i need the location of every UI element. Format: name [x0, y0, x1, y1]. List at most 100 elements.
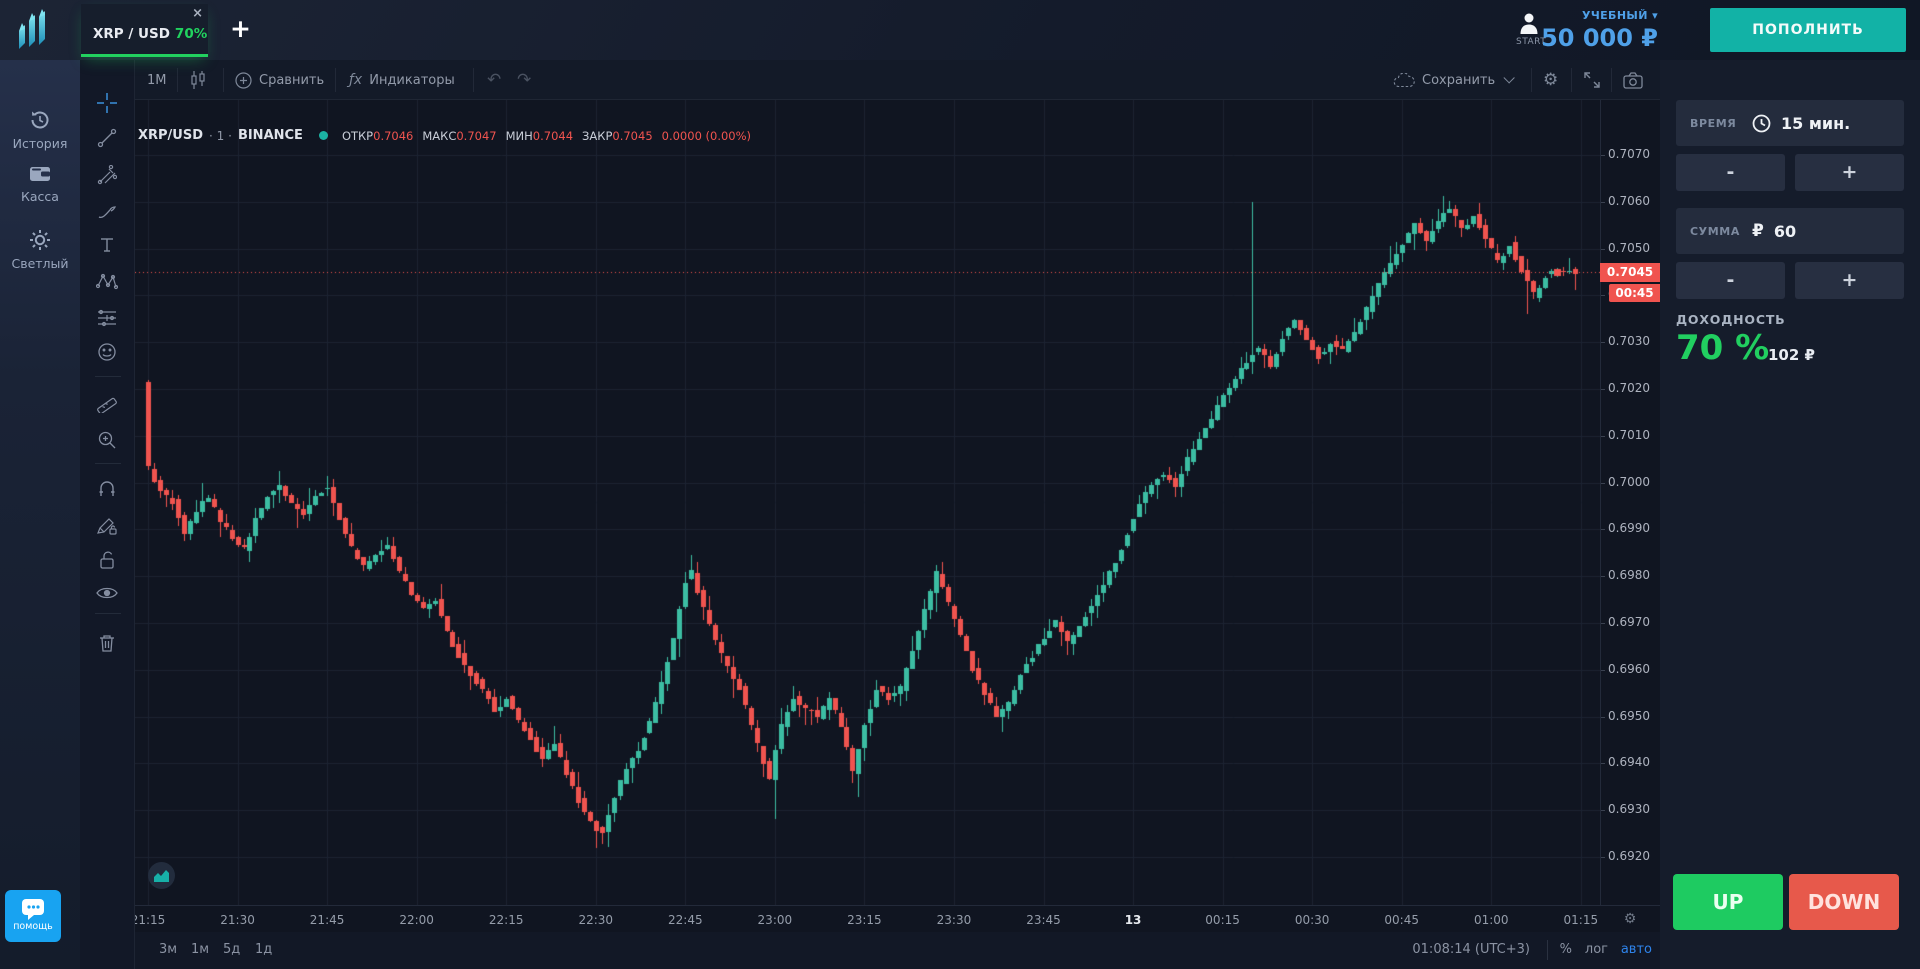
time-tick: 23:45 — [1019, 913, 1069, 927]
redo-button[interactable]: ↷ — [517, 60, 531, 100]
history-icon — [28, 108, 52, 132]
sidebar-item-label: Касса — [0, 189, 80, 204]
price-tick: 0.6930 — [1608, 802, 1650, 816]
price-axis[interactable]: 0.70700.70600.70500.70400.70300.70200.70… — [1600, 100, 1660, 905]
chart-style-button[interactable] — [189, 60, 214, 100]
time-minus-button[interactable]: - — [1676, 154, 1785, 191]
add-tab-button[interactable]: + — [230, 14, 251, 43]
interval-button[interactable]: 1М — [147, 60, 167, 100]
magnet-tool[interactable] — [92, 475, 122, 505]
time-axis[interactable]: 21:1521:3021:4522:0022:1522:3022:4523:00… — [135, 905, 1600, 932]
payout-percent: 70 % — [1676, 328, 1769, 368]
sidebar-item-history[interactable]: История — [0, 108, 80, 151]
amount-plus-button[interactable]: + — [1795, 262, 1904, 299]
emoji-tool[interactable] — [92, 337, 122, 367]
zoom-in-tool[interactable] — [92, 425, 122, 455]
save-layout-button[interactable]: Сохранить — [1393, 60, 1511, 100]
app-sidebar: История Касса Светлый — [0, 60, 80, 969]
current-price-label: 0.7045 — [1600, 263, 1660, 282]
account-avatar[interactable]: START — [1516, 10, 1542, 46]
account-type-dropdown[interactable]: УЧЕБНЫЙ ▾ — [1582, 9, 1658, 22]
time-tick: 21:45 — [302, 913, 352, 927]
sidebar-item-theme[interactable]: Светлый — [0, 228, 80, 271]
tab-xrp-usd[interactable]: XRP / USD70% × — [81, 4, 208, 57]
clock-utc[interactable]: 01:08:14 (UTC+3) — [1412, 942, 1530, 957]
log-scale-button[interactable]: лог — [1585, 942, 1608, 957]
price-tick: 0.6970 — [1608, 615, 1650, 629]
brush-tool[interactable] — [92, 197, 122, 227]
help-button[interactable]: помощь — [5, 890, 61, 942]
time-tick: 21:30 — [213, 913, 263, 927]
lock-tool[interactable] — [92, 545, 122, 575]
price-tick: 0.7020 — [1608, 381, 1650, 395]
legend-symbol[interactable]: XRP/USD — [138, 128, 203, 143]
time-tick: 00:15 — [1198, 913, 1248, 927]
candlestick-canvas[interactable] — [135, 100, 1600, 905]
fullscreen-button[interactable] — [1583, 60, 1601, 100]
payout-label: ДОХОДНОСТЬ — [1676, 312, 1785, 327]
crosshair-tool[interactable] — [92, 88, 122, 118]
ruler-tool[interactable] — [92, 387, 122, 417]
range-1d-button[interactable]: 1д — [255, 942, 272, 957]
help-label: помощь — [5, 921, 61, 932]
candlestick-style-icon — [189, 70, 207, 90]
time-tick: 00:45 — [1377, 913, 1427, 927]
time-tick: 00:30 — [1287, 913, 1337, 927]
avatar-label: START — [1516, 37, 1542, 47]
time-tick: 01:15 — [1556, 913, 1600, 927]
range-5d-button[interactable]: 5д — [223, 942, 240, 957]
amount-minus-button[interactable]: - — [1676, 262, 1785, 299]
drawing-mode-tool[interactable] — [92, 512, 122, 542]
legend-open: 0.7046 — [373, 129, 413, 143]
chart-settings-button[interactable]: ⚙ — [1543, 60, 1558, 100]
axis-settings-gear[interactable]: ⚙ — [1600, 905, 1660, 932]
pane-maximize-button[interactable] — [148, 862, 175, 889]
time-field[interactable]: ВРЕМЯ 15 мин. — [1676, 100, 1904, 146]
price-tick: 0.6940 — [1608, 755, 1650, 769]
up-button[interactable]: UP — [1673, 874, 1783, 930]
price-tick: 0.6960 — [1608, 662, 1650, 676]
remove-drawings-tool[interactable] — [92, 628, 122, 658]
xabcd-pattern-tool[interactable] — [92, 267, 122, 297]
trend-line-tool[interactable] — [92, 123, 122, 153]
drawing-tools-panel — [80, 60, 135, 969]
top-bar: XRP / USD70% × + START УЧЕБНЫЙ ▾ 50 000 … — [0, 0, 1920, 60]
price-tick: 0.7050 — [1608, 241, 1650, 255]
compare-icon — [235, 72, 252, 89]
hide-drawings-tool[interactable] — [92, 578, 122, 608]
pitchfork-tool[interactable] — [92, 160, 122, 190]
trade-panel: ВРЕМЯ 15 мин. - + СУММА ₽ 60 - + ДОХОДНО… — [1660, 60, 1920, 969]
tab-symbol: XRP / USD70% — [93, 26, 207, 42]
app-logo-icon[interactable] — [13, 9, 59, 53]
compare-button[interactable]: Сравнить — [235, 60, 324, 100]
text-tool[interactable] — [92, 230, 122, 260]
wallet-icon — [28, 163, 52, 185]
time-field-value: 15 мин. — [1781, 114, 1850, 133]
sidebar-item-cashier[interactable]: Касса — [0, 163, 80, 204]
time-tick: 22:45 — [660, 913, 710, 927]
range-3m-button[interactable]: 3м — [159, 942, 177, 957]
user-icon — [1516, 10, 1542, 36]
time-tick: 13 — [1108, 913, 1158, 927]
price-tick: 0.6950 — [1608, 709, 1650, 723]
price-tick: 0.6980 — [1608, 568, 1650, 582]
forecast-tool[interactable] — [92, 303, 122, 333]
price-tick: 0.6920 — [1608, 849, 1650, 863]
time-tick: 22:00 — [392, 913, 442, 927]
indicators-button[interactable]: ƒx Индикаторы — [349, 60, 455, 100]
amount-field[interactable]: СУММА ₽ 60 — [1676, 208, 1904, 254]
screenshot-button[interactable] — [1623, 60, 1643, 100]
chart-plot-area[interactable] — [135, 100, 1600, 905]
price-tick: 0.6990 — [1608, 521, 1650, 535]
tab-close-icon[interactable]: × — [192, 7, 203, 21]
range-1m-button[interactable]: 1м — [191, 942, 209, 957]
percent-scale-button[interactable]: % — [1560, 942, 1572, 957]
deposit-button[interactable]: ПОПОЛНИТЬ — [1710, 8, 1906, 52]
amount-field-label: СУММА — [1690, 225, 1752, 238]
undo-button[interactable]: ↶ — [487, 60, 501, 100]
sidebar-item-label: Светлый — [0, 256, 80, 271]
time-plus-button[interactable]: + — [1795, 154, 1904, 191]
down-button[interactable]: DOWN — [1789, 874, 1899, 930]
auto-scale-button[interactable]: авто — [1621, 942, 1652, 957]
account-balance: 50 000 ₽ — [1541, 24, 1658, 52]
